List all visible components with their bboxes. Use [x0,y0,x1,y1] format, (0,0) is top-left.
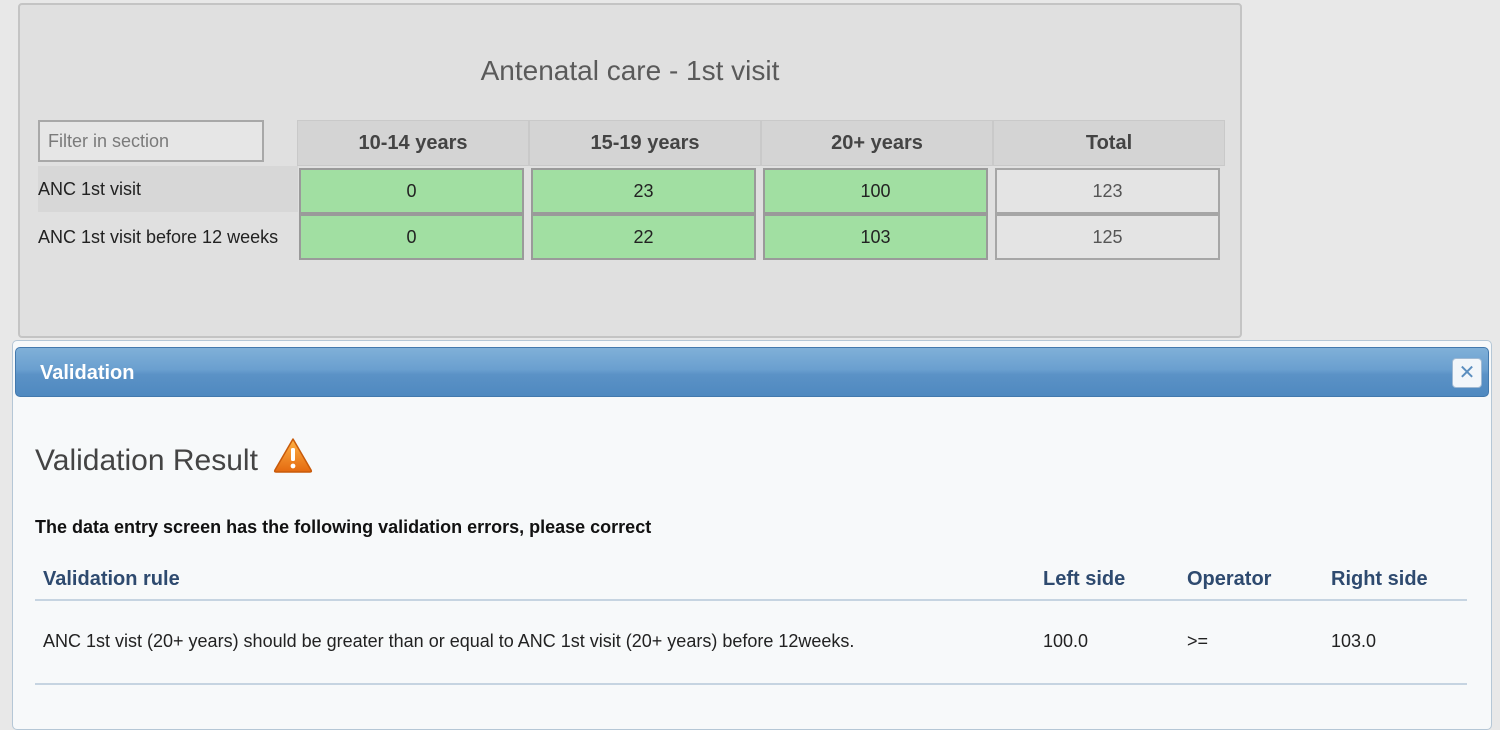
data-cell-anc1-20-plus[interactable]: 100 [763,168,988,214]
data-entry-section: Antenatal care - 1st visit 10-14 years 1… [18,3,1242,338]
validation-rule-text: ANC 1st vist (20+ years) should be great… [43,630,855,651]
header-left-side: Left side [1043,567,1126,590]
data-cell-anc1b12-10-14[interactable]: 0 [299,214,524,260]
data-cell-anc1-10-14[interactable]: 0 [299,168,524,214]
right-side-value: 103.0 [1331,630,1377,651]
left-side-value: 100.0 [1043,630,1089,651]
warning-icon [273,438,313,473]
column-header-total: Total [993,120,1225,166]
header-right-side: Right side [1331,567,1428,590]
close-button[interactable]: ✕ [1452,358,1482,388]
column-header-20-plus: 20+ years [761,120,993,166]
header-divider [35,599,1467,601]
filter-cell [38,120,266,164]
row-label-anc-1st-visit: ANC 1st visit [38,166,298,212]
row-label-anc-1st-visit-before-12-weeks: ANC 1st visit before 12 weeks [38,226,279,247]
dialog-title: Validation [40,362,135,384]
column-header-10-14: 10-14 years [297,120,529,166]
data-cell-anc1b12-15-19[interactable]: 22 [531,214,756,260]
column-header-15-19: 15-19 years [529,120,761,166]
validation-instruction: The data entry screen has the following … [35,517,652,537]
data-cell-anc1-15-19[interactable]: 23 [531,168,756,214]
total-cell-anc1: 123 [995,168,1220,214]
header-validation-rule: Validation rule [43,567,180,590]
total-cell-anc1b12: 125 [995,214,1220,260]
validation-result-heading: Validation Result [35,444,258,477]
operator-value: >= [1187,630,1209,651]
header-operator: Operator [1187,567,1272,590]
section-title: Antenatal care - 1st visit [480,55,780,86]
row-divider [35,683,1467,685]
close-icon: ✕ [1458,362,1476,384]
filter-input[interactable] [38,120,264,162]
validation-dialog: Validation ✕ Validation Result The data … [12,340,1492,730]
dialog-titlebar[interactable]: Validation ✕ [15,347,1489,397]
data-cell-anc1b12-20-plus[interactable]: 103 [763,214,988,260]
